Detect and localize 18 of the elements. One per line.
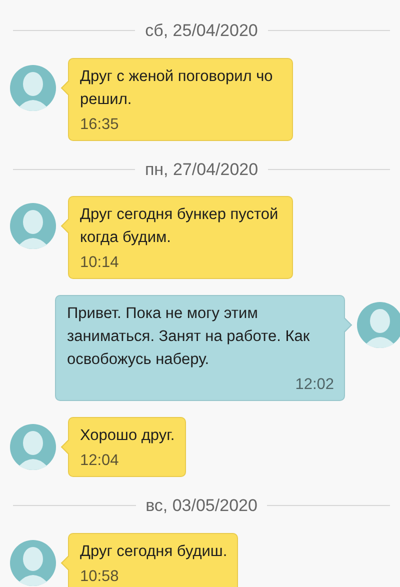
message-text: Друг с женой поговорил чо решил. — [80, 66, 274, 110]
message-time: 10:58 — [80, 566, 120, 586]
message-text: Привет. Пока не могу этим заниматься. Занят на работе. Как освобожусь наберу. — [67, 304, 311, 370]
date-label: пн, 27/04/2020 — [144, 158, 258, 180]
avatar-icon — [357, 302, 400, 348]
avatar-icon — [10, 540, 56, 586]
message-text: Друг сегодня будиш. — [80, 542, 228, 562]
avatar-icon — [10, 64, 56, 110]
message-time: 10:14 — [80, 253, 120, 273]
message-time: 16:35 — [80, 114, 120, 134]
message-text: Друг сегодня бункер пустой когда будим. — [80, 205, 280, 248]
avatar-icon — [10, 424, 56, 470]
avatar-icon — [10, 203, 56, 249]
message-text: Хорошо друг. — [80, 426, 175, 446]
date-label: сб, 25/04/2020 — [145, 20, 258, 42]
message-time: 12:02 — [294, 375, 334, 395]
date-label: вс, 03/05/2020 — [146, 495, 258, 517]
message-time: 12:04 — [80, 451, 120, 471]
